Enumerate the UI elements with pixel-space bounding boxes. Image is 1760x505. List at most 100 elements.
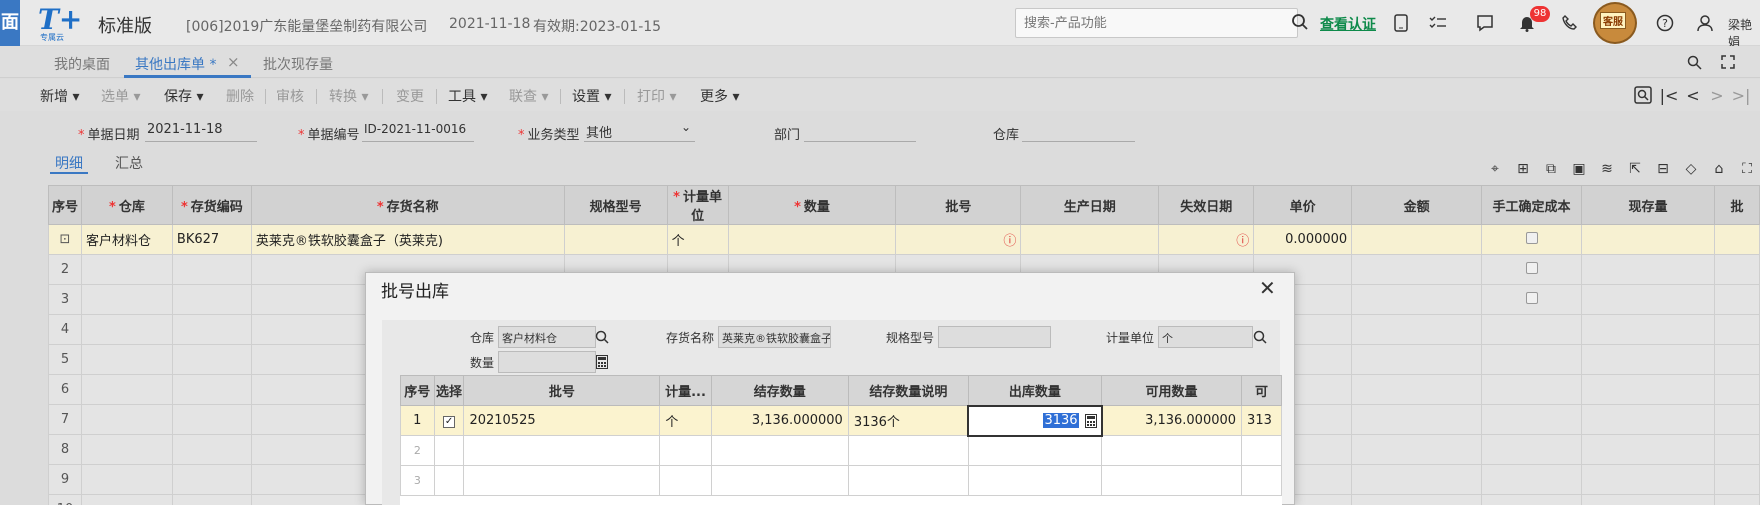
col-manual-cost[interactable]: 手工确定成本: [1481, 185, 1583, 225]
convert-button[interactable]: 转换 ▾: [329, 86, 368, 106]
cell-price[interactable]: 0.000000: [1253, 224, 1353, 255]
print-button[interactable]: 打印 ▾: [637, 86, 676, 106]
audit-button[interactable]: 审核: [276, 86, 304, 106]
cell-unit[interactable]: 个: [666, 224, 729, 255]
bcell-batch[interactable]: 20210525: [463, 405, 661, 436]
locate-record-icon[interactable]: [1632, 84, 1654, 106]
bcol-unit[interactable]: 计量...: [659, 375, 712, 406]
col-price[interactable]: 单价: [1253, 185, 1353, 225]
cell-mfg-date[interactable]: [1020, 224, 1160, 255]
cell-qty[interactable]: [727, 224, 897, 255]
checklist-icon[interactable]: [1425, 10, 1451, 36]
row-menu-icon[interactable]: ⊡: [60, 232, 71, 247]
cell-amount[interactable]: [1351, 224, 1483, 255]
eraser-icon[interactable]: ◇: [1682, 160, 1700, 178]
dlg-qty-field[interactable]: [498, 351, 596, 373]
message-icon[interactable]: [1472, 10, 1498, 36]
tab-batch-stock[interactable]: 批次现存量: [263, 54, 333, 74]
search-icon[interactable]: [1290, 12, 1310, 32]
col-amount[interactable]: 金额: [1351, 185, 1483, 225]
export-icon[interactable]: ⇱: [1626, 160, 1644, 178]
col-extra[interactable]: 批: [1713, 185, 1760, 225]
bcol-stock-desc[interactable]: 结存数量说明: [847, 375, 969, 406]
bcol-select[interactable]: 选择: [433, 375, 465, 406]
bcol-batch[interactable]: 批号: [463, 375, 661, 406]
phone-icon[interactable]: [1557, 10, 1583, 36]
new-button[interactable]: 新增 ▾: [40, 86, 79, 106]
warehouse-icon[interactable]: ⌂: [1710, 160, 1728, 178]
table-row[interactable]: ⊡ 客户材料仓 BK627 英莱克®铁软胶囊盒子（英莱克) 个 ⓘ ⓘ 0.00…: [48, 224, 1760, 255]
more-button[interactable]: 更多 ▾: [700, 86, 739, 106]
tab-search-icon[interactable]: [1684, 52, 1704, 72]
search-input[interactable]: [1015, 8, 1298, 38]
table-row[interactable]: 3: [400, 465, 1282, 496]
mobile-icon[interactable]: [1388, 10, 1414, 36]
tab-other-outbound[interactable]: 其他出库单 *: [135, 54, 216, 74]
calculator-icon[interactable]: [594, 353, 610, 371]
tab-desktop[interactable]: 我的桌面: [54, 54, 110, 74]
search-icon[interactable]: [594, 329, 610, 345]
code-field[interactable]: ID-2021-11-0016: [362, 118, 474, 142]
tab-summary[interactable]: 汇总: [115, 153, 143, 173]
cell-spec[interactable]: [563, 224, 668, 255]
col-qty[interactable]: * 数量: [727, 185, 897, 225]
manual-cost-checkbox[interactable]: [1525, 231, 1538, 244]
prev-record-icon[interactable]: <: [1682, 84, 1704, 106]
user-icon[interactable]: [1692, 10, 1718, 36]
cell-stock[interactable]: [1581, 224, 1715, 255]
last-record-icon[interactable]: >|: [1730, 84, 1752, 106]
customer-service-tag[interactable]: 客服: [1600, 12, 1626, 29]
tools-button[interactable]: 工具 ▾: [448, 86, 487, 106]
calculator-icon[interactable]: [1084, 413, 1097, 432]
choose-button[interactable]: 选单 ▾: [101, 86, 140, 106]
add-row-icon[interactable]: ⊞: [1514, 160, 1532, 178]
delete-button[interactable]: 删除: [226, 86, 254, 106]
cell-extra[interactable]: [1713, 224, 1760, 255]
col-exp-date[interactable]: 失效日期: [1158, 185, 1255, 225]
username[interactable]: 梁艳娟: [1728, 16, 1760, 50]
warehouse-field[interactable]: [1022, 118, 1135, 142]
dept-field[interactable]: [804, 118, 916, 142]
select-checkbox[interactable]: ✓: [443, 416, 456, 428]
table-row[interactable]: 2: [400, 435, 1282, 466]
col-spec[interactable]: 规格型号: [563, 185, 668, 225]
linked-query-button[interactable]: 联查 ▾: [509, 86, 548, 106]
tab-close-icon[interactable]: ×: [227, 53, 240, 71]
settings-button[interactable]: 设置 ▾: [572, 86, 611, 106]
cell-batch[interactable]: ⓘ: [895, 224, 1022, 255]
bcol-avail[interactable]: 可用数量: [1101, 375, 1243, 406]
batch-edit-icon[interactable]: ≋: [1598, 160, 1616, 178]
first-record-icon[interactable]: |<: [1658, 84, 1680, 106]
dlg-unit-field[interactable]: 个: [1158, 326, 1253, 348]
col-inv-name[interactable]: * 存货名称: [250, 185, 565, 225]
col-warehouse[interactable]: * 仓库: [80, 185, 173, 225]
menu-strip[interactable]: 面: [0, 0, 20, 46]
col-unit[interactable]: * 计量单位: [666, 185, 729, 225]
cell-manual-cost[interactable]: [1481, 224, 1583, 255]
location-icon[interactable]: ⌖: [1486, 160, 1504, 178]
close-icon[interactable]: ✕: [1259, 276, 1276, 300]
bcol-out-qty[interactable]: 出库数量: [967, 375, 1103, 406]
tab-detail[interactable]: 明细: [55, 153, 83, 173]
expand-icon[interactable]: ⛶: [1738, 160, 1756, 178]
col-inv-code[interactable]: * 存货编码: [171, 185, 252, 225]
cell-inv-name[interactable]: 英莱克®铁软胶囊盒子（英莱克): [250, 224, 565, 255]
manual-cost-checkbox[interactable]: [1525, 291, 1538, 304]
bcell-select[interactable]: ✓: [433, 405, 465, 436]
cell-warehouse[interactable]: 客户材料仓: [80, 224, 173, 255]
cell-inv-code[interactable]: BK627: [171, 224, 252, 255]
col-mfg-date[interactable]: 生产日期: [1020, 185, 1160, 225]
search-icon[interactable]: [1252, 329, 1268, 345]
bcell-unit[interactable]: 个: [659, 405, 712, 436]
save-button[interactable]: 保存 ▾: [164, 86, 203, 106]
paste-icon[interactable]: ▣: [1570, 160, 1588, 178]
verify-link[interactable]: 查看认证: [1320, 14, 1376, 34]
fullscreen-icon[interactable]: [1718, 52, 1738, 72]
table-row[interactable]: 1 ✓ 20210525 个 3,136.000000 3136个 3136 3…: [400, 404, 1282, 437]
help-icon[interactable]: ?: [1652, 10, 1678, 36]
col-batch[interactable]: 批号: [895, 185, 1022, 225]
date-field[interactable]: 2021-11-18: [145, 118, 257, 142]
bcol-stock[interactable]: 结存数量: [710, 375, 849, 406]
col-stock[interactable]: 现存量: [1581, 185, 1715, 225]
company-name[interactable]: [006]2019广东能量堡垒制药有限公司: [186, 16, 427, 36]
